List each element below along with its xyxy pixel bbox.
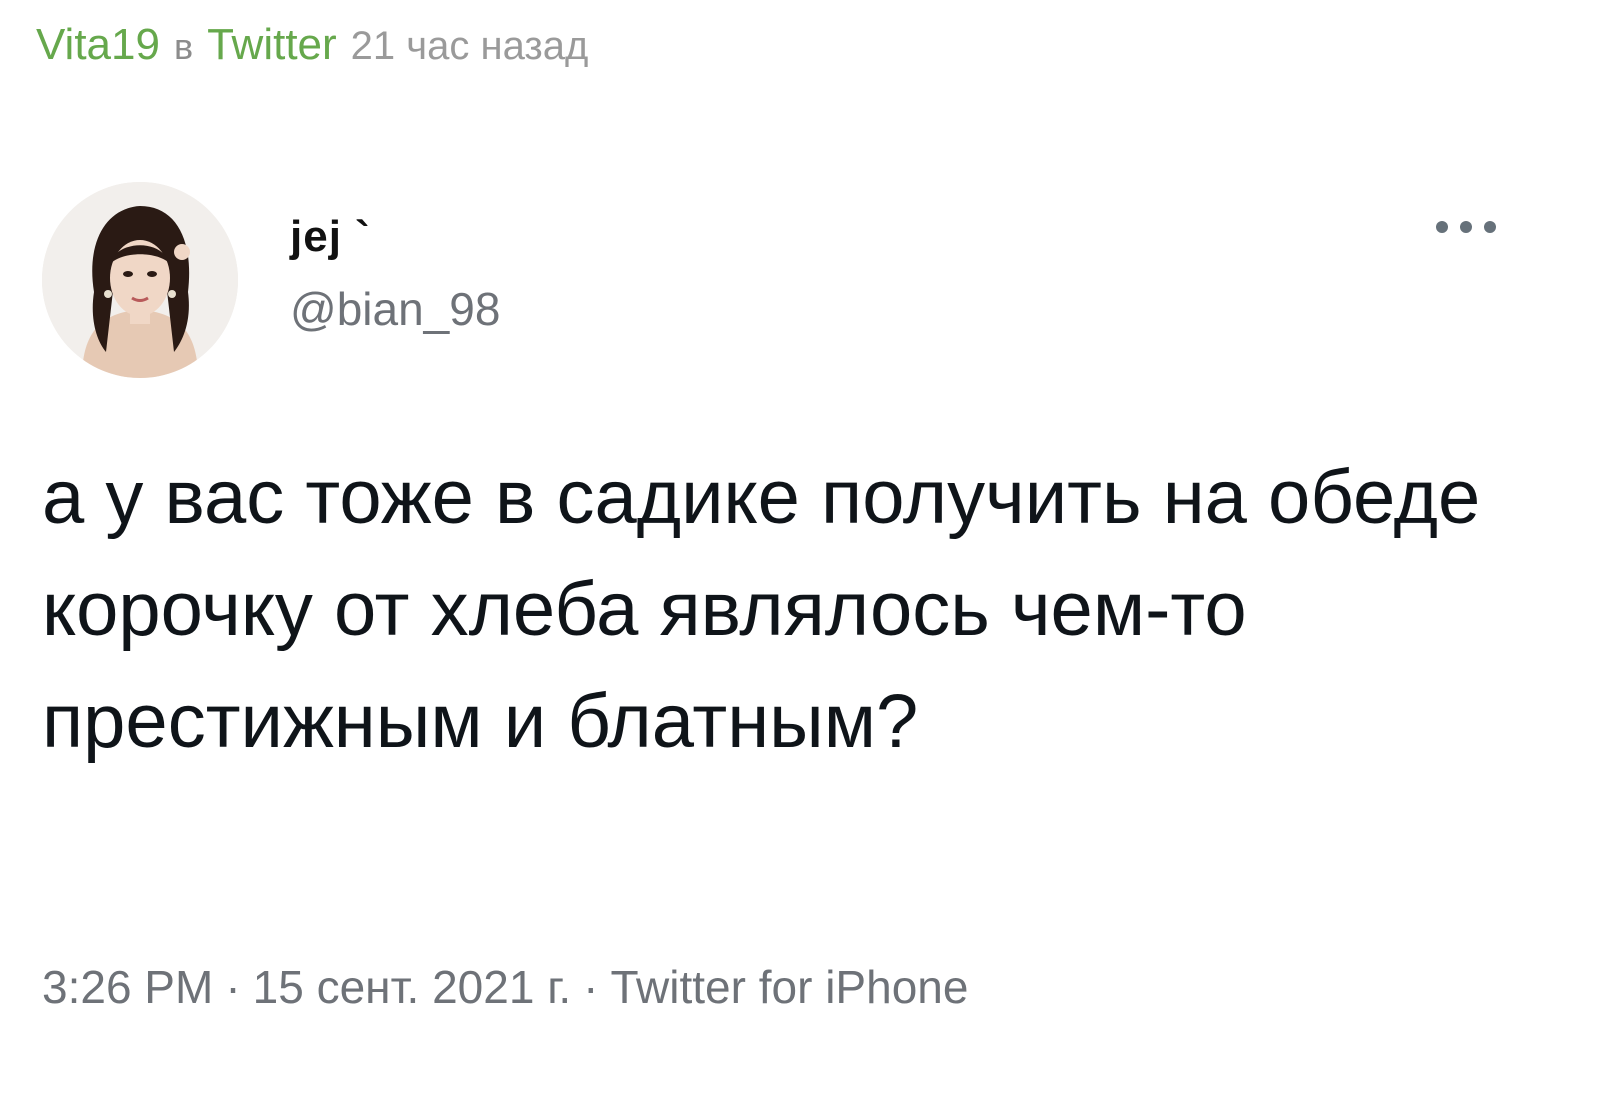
tweet-time: 3:26 PM xyxy=(42,961,214,1013)
tweet-date[interactable]: 15 сент. 2021 г. xyxy=(253,961,572,1013)
avatar-photo-icon xyxy=(42,182,238,378)
tweet-meta: 3:26 PM · 15 сент. 2021 г. · Twitter for iPh… xyxy=(42,960,968,1014)
meta-separator: · xyxy=(583,961,599,1013)
post-time-ago: 21 час назад xyxy=(350,24,589,68)
more-dot xyxy=(1460,221,1472,233)
tweet-handle[interactable]: @bian_98 xyxy=(290,282,500,336)
more-horizontal-icon[interactable] xyxy=(1436,220,1496,234)
tweet-text: а у вас тоже в садике получить на обеде … xyxy=(42,455,1481,764)
avatar[interactable] xyxy=(42,182,238,378)
more-dot xyxy=(1484,221,1496,233)
tweet-card: jej ` @bian_98 а у вас тоже в садике пол… xyxy=(0,170,1600,1070)
meta-separator: · xyxy=(225,961,241,1013)
tweet-display-name[interactable]: jej ` xyxy=(290,212,371,262)
tweet-client[interactable]: Twitter for iPhone xyxy=(611,961,969,1013)
post-header: Vita19 в Twitter 21 час назад xyxy=(36,20,588,80)
post-preposition: в xyxy=(173,26,194,67)
post-author-link[interactable]: Vita19 xyxy=(36,20,160,70)
post-source-link[interactable]: Twitter xyxy=(207,20,337,70)
more-dot xyxy=(1436,221,1448,233)
